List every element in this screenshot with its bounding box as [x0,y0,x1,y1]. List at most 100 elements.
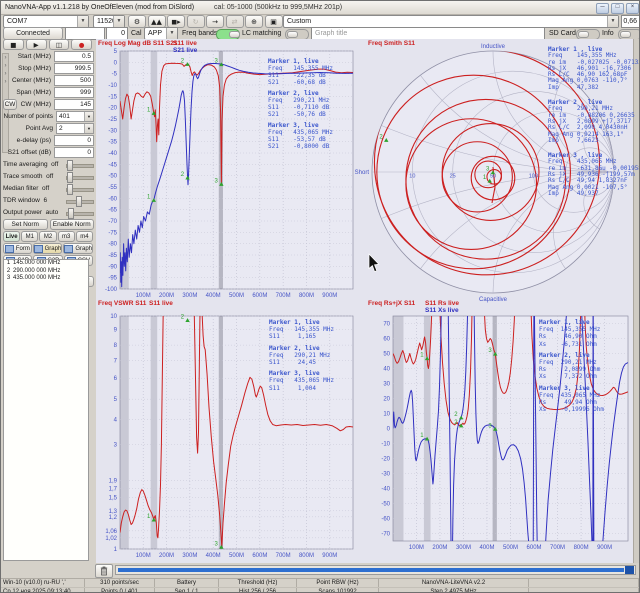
logmag-marker-box: Marker 1, liveFreq 145,355 MHzS11 -22,35… [268,58,333,154]
field-input[interactable]: 500 [54,75,94,86]
info-label: Info [602,30,614,37]
toolbar-row1: COM7▼ 115200▼ ⚙▲▲◼▸↻→⇄⊕▣ Custom▼ 0,66 [1,14,640,27]
field-input[interactable]: 0.5 [54,51,94,62]
status-cell [529,588,639,593]
status-cell: Battery [155,579,219,587]
mem-m1-button[interactable]: M1 [21,231,38,242]
marker-line: Freq 145,355 MHz [269,326,334,333]
sidebar-field-3: Span (MHz)999 [3,87,94,98]
sidebar-slider-0: Time averaging off [3,159,94,170]
status-bar: Win-10 (v10.0) ru-RU ','310 points/secBa… [1,578,640,593]
set-norm-button[interactable]: Set Norm [3,219,48,230]
slider-3[interactable] [66,196,94,205]
marker-header: Marker 1, live [269,319,334,326]
slider-0[interactable] [66,160,94,169]
marker-line: Freq 145,355 MHz [268,65,333,72]
sidebar-slider-2: Median filter off [3,183,94,194]
close-button[interactable]: × [626,3,639,14]
sidebar-field-7: e-delay (ps)0 [3,135,94,146]
file-graph-1-button[interactable]: Graph [33,243,63,254]
slider-1[interactable] [66,172,94,181]
status-cell: Threshold (Hz) [219,579,297,587]
marker-line: S11 -0,7110 dB [268,104,333,111]
sidebar-field-8: S21 offset (dB)0 [3,147,94,158]
clear-log-button[interactable] [95,564,113,578]
enable-norm-button[interactable]: Enable Norm [50,219,95,230]
mem-m4-button[interactable]: m4 [76,231,93,242]
marker-line: Rs 49,94 Ohm [539,399,604,406]
marker-header: Marker 1, live [268,58,333,65]
smith-marker-box: Marker 1 , liveFreq 145,355 MHzre im -0,… [548,47,640,206]
mem-m2-button[interactable]: M2 [39,231,56,242]
freq-bands-label: Freq bands [182,30,217,37]
list-item[interactable]: 1145.000 000 MHz [4,260,88,268]
marker-header: Marker 1, live [539,319,604,326]
marker-line: Imp 47,382 [548,85,640,91]
marker-line: Freq 290,21 MHz [268,97,333,104]
titlebar: NanoVNA-App v1.1.218 by OneOfEleven (mod… [1,1,640,15]
minimize-button[interactable]: ─ [596,3,609,14]
rsjx-legend: S11 Rs live [425,300,459,307]
marker-line: S21 -0,8000 dB [268,143,333,150]
maximize-button[interactable]: □ [611,3,624,14]
sidebar-field-4: CWCW (MHz)145 [3,99,94,110]
sidebar-field-0: Start (MHz)0.5 [3,51,94,62]
field-input[interactable]: 999 [54,87,94,98]
list-item[interactable]: 3435.000 000 MHz [4,275,88,283]
cw-button[interactable]: CW [3,99,17,110]
status-cell: Point RBW (Hz) [297,579,379,587]
marker-line: S11 -53,57 dB [268,136,333,143]
slider-label: Time averaging off [3,161,66,168]
status-cell: Step 2,4975 MHz [379,588,529,593]
marker-line: S11 24,45 [269,359,334,366]
status-cell: Ср 12 ноя 2025 09:13:40 [1,588,85,593]
file-graph-2-button[interactable]: Graph [63,243,93,254]
chevron-down-icon: ▼ [77,16,88,27]
marker-line: Xs -6,731 Ohm [539,341,604,348]
record-icon[interactable]: ● [71,39,92,50]
window-icon [64,245,73,253]
slider-4[interactable] [66,208,94,217]
vswr-title: Freq VSWR S11 [98,300,146,307]
status-cell [529,579,639,587]
marker-line: Imp 7,6623 [548,138,640,144]
frequency-marker-list[interactable]: 1145.000 000 MHz2290.000 000 MHz3435.000… [3,259,89,561]
window-title: NanoVNA-App v1.1.218 by OneOfEleven (mod… [5,4,194,11]
sweep-progress-cap [625,566,634,574]
status-row-2: Ср 12 ноя 2025 09:13:40Points 0 / 401Seq… [1,588,640,593]
field-input[interactable]: 0 [54,147,94,158]
field-label: Stop (MHz) [3,65,54,72]
field-select[interactable]: 401▼ [56,111,94,122]
status-cell: NanoVNA-LiteVNA v2.2 [379,579,529,587]
chevron-down-icon: ▼ [84,112,93,121]
field-input[interactable]: 999.5 [54,63,94,74]
mem-m3-button[interactable]: m3 [58,231,75,242]
field-input[interactable]: 0 [54,135,94,146]
play-icon[interactable]: ▶ [26,39,47,50]
mem-live-button[interactable]: Live [3,231,20,242]
marker-line: S11 1,004 [269,385,334,392]
sidebar-slider-4: Output power auto [3,207,94,218]
marker-line: Freq 145,355 MHz [539,326,604,333]
chevron-down-icon: ▼ [84,124,93,133]
status-row-1: Win-10 (v10.0) ru-RU ','310 points/secBa… [1,579,640,588]
slider-label: Trace smooth off [3,173,66,180]
field-label: Number of points [3,113,56,120]
field-label: e-delay (ps) [3,137,54,144]
app-window: NanoVNA-App v1.1.218 by OneOfEleven (mod… [0,0,640,593]
field-input[interactable]: 145 [54,99,94,110]
slider-2[interactable] [66,184,94,193]
slider-label: Output power auto [3,209,66,216]
marker-line: Freq 435,065 MHz [539,392,604,399]
file-buttons-1: FormGraphGraph [3,243,94,254]
list-item[interactable]: 2290.000 000 MHz [4,268,88,276]
field-select[interactable]: 2▼ [56,123,94,134]
rsjx-legend: S11 Xs live [425,307,459,314]
file-form-0-button[interactable]: Form [3,243,32,254]
cal-status: cal: 05-1000 (500kHz to 999,5MHz 201p) [214,4,342,11]
trash-icon [100,566,108,576]
status-cell: Hist 256 / 256 [219,588,297,593]
export-icon[interactable]: ◫ [49,39,70,50]
marker-header: Marker 3, live [539,385,604,392]
stop-icon[interactable]: ■ [3,39,24,50]
